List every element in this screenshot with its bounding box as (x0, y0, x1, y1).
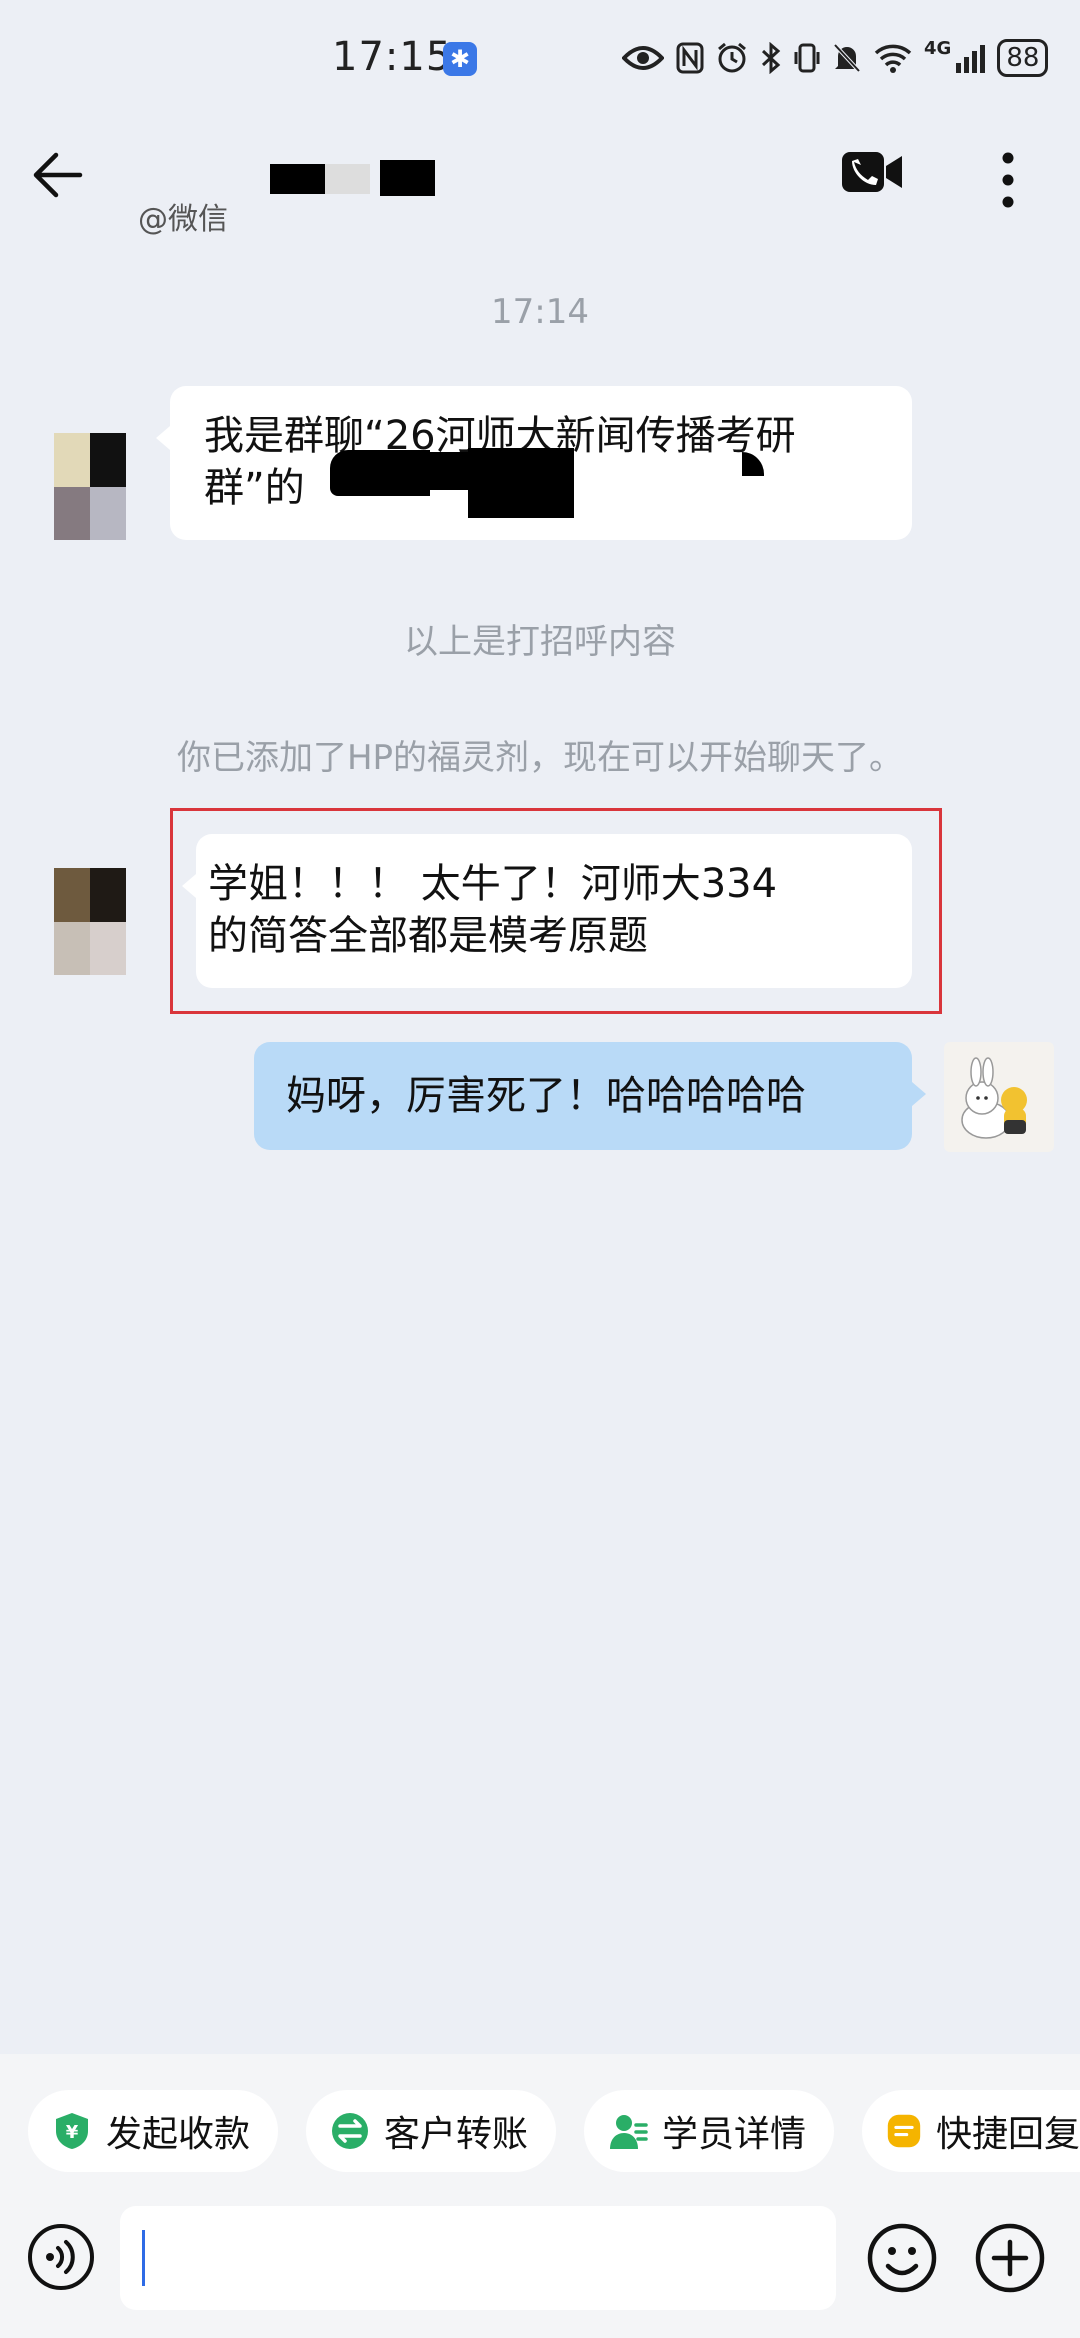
signal-icon (956, 45, 986, 73)
my-avatar[interactable] (944, 1042, 1054, 1152)
message-input[interactable] (120, 2206, 836, 2310)
transfer-icon (332, 2113, 368, 2149)
message-bubble-greeting[interactable]: 我是群聊“26河师大新闻传播考研 群”的 (156, 386, 912, 540)
svg-text:¥: ¥ (66, 2122, 79, 2143)
message-text: 妈呀，厉害死了！哈哈哈哈哈 (286, 1073, 806, 1119)
message-bubble-outgoing[interactable]: 妈呀，厉害死了！哈哈哈哈哈 (254, 1042, 926, 1150)
payment-shield-icon: ¥ (56, 2113, 88, 2149)
bunny-sticker-avatar-icon (961, 1057, 1027, 1139)
app-notification-icon: ✱ (443, 42, 477, 76)
nfc-icon (676, 42, 704, 74)
voice-input-button[interactable] (26, 2222, 96, 2292)
chip-label: 发起收款 (106, 2114, 251, 2155)
quick-action-student-detail[interactable]: 学员详情 (584, 2090, 835, 2172)
status-time: 17:15 (332, 34, 453, 80)
battery-indicator: 88 (997, 39, 1049, 77)
back-button[interactable] (30, 150, 100, 210)
redacted-text (468, 448, 574, 518)
system-note-greeting: 以上是打招呼内容 (404, 622, 676, 662)
chip-label: 快捷回复 (935, 2114, 1080, 2155)
network-type: 4G (924, 38, 952, 59)
message-text-line: 群”的 (204, 465, 305, 511)
redacted-text (330, 450, 430, 496)
chip-label: 学员详情 (662, 2114, 807, 2155)
voice-input-icon (28, 2224, 94, 2290)
quick-reply-icon (887, 2114, 921, 2148)
contact-source: @微信 (138, 202, 228, 237)
contact-name-redacted[interactable] (270, 158, 435, 198)
avatar[interactable] (54, 868, 126, 975)
emoji-button[interactable] (866, 2222, 938, 2294)
quick-action-quick-reply[interactable]: 快捷回复 (862, 2090, 1080, 2172)
highlight-annotation-box (170, 808, 942, 1014)
status-icons: 4G 88 (622, 38, 1049, 78)
emoji-icon (867, 2223, 937, 2293)
wifi-icon (874, 44, 912, 73)
alarm-icon (718, 42, 746, 73)
bluetooth-icon (761, 42, 781, 74)
chat-timestamp: 17:14 (491, 292, 589, 332)
student-profile-icon (610, 2115, 648, 2149)
chip-label: 客户转账 (384, 2114, 529, 2155)
eye-icon (622, 46, 664, 70)
video-call-icon (842, 152, 902, 192)
plus-icon (975, 2223, 1045, 2293)
video-call-button[interactable] (840, 150, 904, 206)
more-vertical-icon (1002, 152, 1014, 208)
avatar[interactable] (54, 433, 126, 540)
text-cursor (142, 2230, 145, 2286)
back-arrow-icon (33, 152, 83, 198)
quick-action-transfer[interactable]: 客户转账 (306, 2090, 557, 2172)
quick-action-payment[interactable]: ¥ 发起收款 (28, 2090, 279, 2172)
vibrate-icon (794, 43, 820, 73)
mute-icon (833, 43, 861, 73)
more-options-button[interactable] (990, 150, 1026, 210)
system-note-added: 你已添加了HP的福灵剂，现在可以开始聊天了。 (176, 738, 904, 778)
more-actions-button[interactable] (974, 2222, 1046, 2294)
